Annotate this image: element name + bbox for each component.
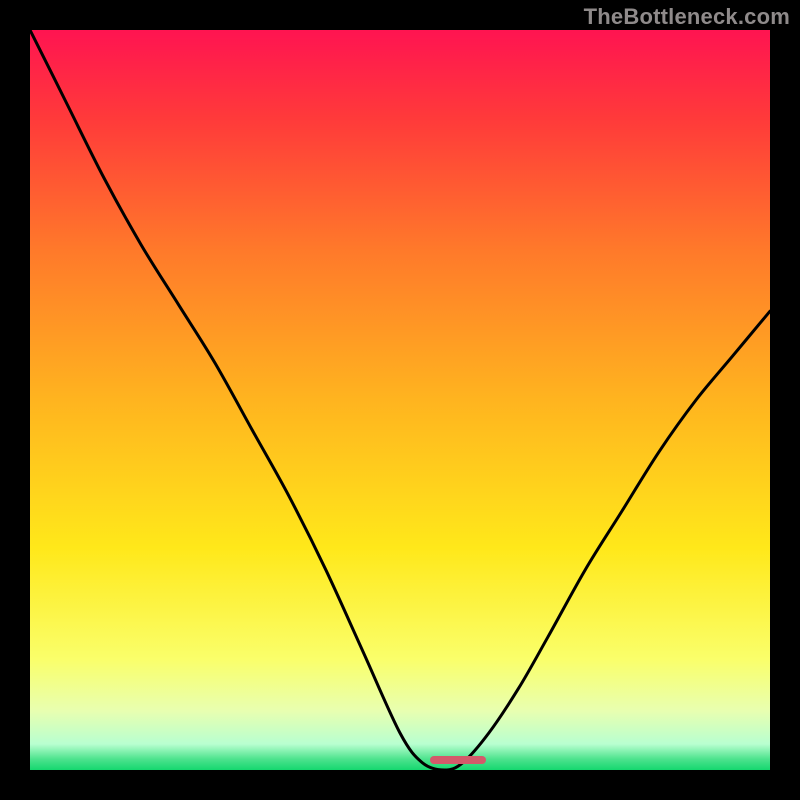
plot-svg [30, 30, 770, 770]
gradient-background [30, 30, 770, 770]
plot-area [30, 30, 770, 770]
chart-frame: TheBottleneck.com [0, 0, 800, 800]
baseline-pill-row [30, 756, 770, 764]
optimal-match-pill [430, 756, 486, 764]
attribution-label: TheBottleneck.com [584, 4, 790, 30]
